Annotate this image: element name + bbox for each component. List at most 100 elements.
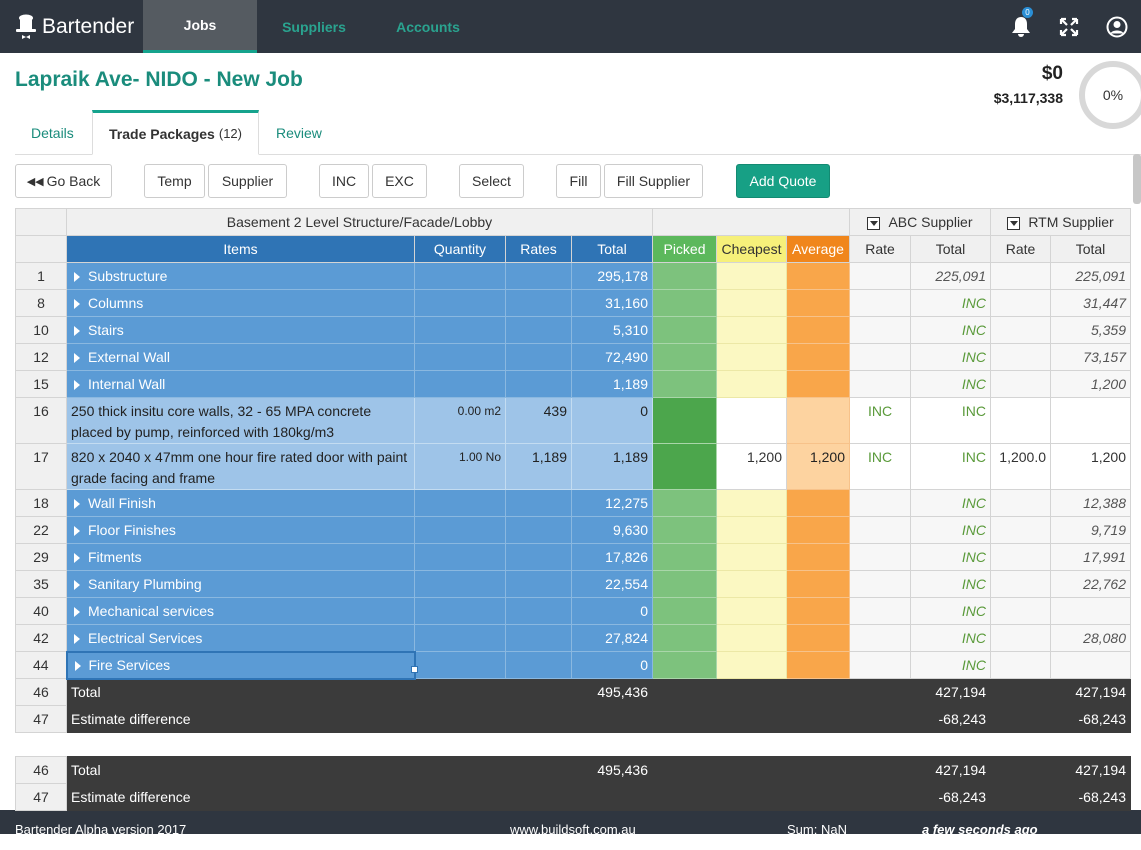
picked-cell[interactable] bbox=[652, 316, 717, 344]
rtm-total-cell[interactable]: 9,719 bbox=[1050, 516, 1131, 544]
quantity-cell[interactable] bbox=[414, 597, 506, 625]
abc-rate-cell[interactable] bbox=[849, 343, 911, 371]
rtm-rate-cell[interactable] bbox=[990, 397, 1051, 444]
column-header-average[interactable]: Average bbox=[786, 235, 850, 263]
row-number[interactable]: 15 bbox=[15, 370, 67, 398]
expand-icon[interactable] bbox=[74, 499, 80, 510]
picked-cell[interactable] bbox=[652, 651, 717, 679]
rate-cell[interactable] bbox=[505, 651, 572, 679]
column-header-abc-total[interactable]: Total bbox=[910, 235, 991, 263]
rtm-total-cell[interactable]: 28,080 bbox=[1050, 624, 1131, 652]
expand-icon[interactable] bbox=[74, 634, 80, 645]
abc-total-cell[interactable]: INC bbox=[910, 443, 991, 490]
picked-cell[interactable] bbox=[652, 262, 717, 290]
tab-trade-packages[interactable]: Trade Packages (12) bbox=[92, 110, 259, 155]
average-cell[interactable] bbox=[786, 289, 850, 317]
abc-total-cell[interactable]: INC bbox=[910, 489, 991, 517]
column-header-abc-rate[interactable]: Rate bbox=[849, 235, 911, 263]
abc-rate-cell[interactable] bbox=[849, 597, 911, 625]
user-menu-button[interactable] bbox=[1093, 0, 1141, 53]
total-cell[interactable]: 27,824 bbox=[571, 624, 653, 652]
summary-empty[interactable] bbox=[786, 783, 850, 811]
average-cell[interactable] bbox=[786, 543, 850, 571]
rtm-rate-cell[interactable] bbox=[990, 570, 1051, 598]
abc-total-cell[interactable]: INC bbox=[910, 516, 991, 544]
row-number[interactable]: 1 bbox=[15, 262, 67, 290]
average-cell[interactable] bbox=[786, 370, 850, 398]
abc-rate-cell[interactable]: INC bbox=[849, 397, 911, 444]
picked-cell[interactable] bbox=[652, 289, 717, 317]
summary-abc-total[interactable]: -68,243 bbox=[910, 783, 991, 811]
supplier-header-abc[interactable]: ABC Supplier bbox=[849, 208, 991, 236]
average-cell[interactable] bbox=[786, 316, 850, 344]
average-cell[interactable]: 1,200 bbox=[786, 443, 850, 490]
go-back-button[interactable]: ◀◀ Go Back bbox=[15, 164, 112, 198]
rtm-rate-cell[interactable] bbox=[990, 316, 1051, 344]
row-number[interactable]: 40 bbox=[15, 597, 67, 625]
summary-total[interactable]: 495,436 bbox=[571, 678, 653, 706]
cheapest-cell[interactable] bbox=[716, 597, 787, 625]
site-link[interactable]: www.buildsoft.com.au bbox=[510, 822, 636, 837]
cheapest-cell[interactable] bbox=[716, 489, 787, 517]
quantity-cell[interactable] bbox=[414, 289, 506, 317]
summary-label[interactable]: Estimate difference bbox=[66, 705, 415, 733]
rtm-rate-cell[interactable] bbox=[990, 262, 1051, 290]
summary-empty[interactable] bbox=[505, 783, 572, 811]
rtm-rate-cell[interactable]: 1,200.0 bbox=[990, 443, 1051, 490]
picked-cell[interactable] bbox=[652, 570, 717, 598]
expand-icon[interactable] bbox=[74, 661, 81, 672]
summary-empty[interactable] bbox=[652, 756, 717, 784]
item-cell[interactable]: Sanitary Plumbing bbox=[66, 570, 415, 598]
abc-rate-cell[interactable] bbox=[849, 262, 911, 290]
summary-total[interactable]: 495,436 bbox=[571, 756, 653, 784]
picked-cell[interactable] bbox=[652, 397, 717, 444]
summary-empty[interactable] bbox=[505, 756, 572, 784]
rate-cell[interactable] bbox=[505, 316, 572, 344]
item-cell[interactable]: Fitments bbox=[66, 543, 415, 571]
cheapest-cell[interactable] bbox=[716, 624, 787, 652]
summary-empty[interactable] bbox=[990, 783, 1051, 811]
summary-empty[interactable] bbox=[716, 756, 787, 784]
row-number[interactable]: 47 bbox=[15, 705, 67, 733]
column-header-total[interactable]: Total bbox=[571, 235, 653, 263]
summary-rtm-total[interactable]: -68,243 bbox=[1050, 705, 1131, 733]
summary-empty[interactable] bbox=[414, 705, 506, 733]
abc-total-cell[interactable]: INC bbox=[910, 397, 991, 444]
supplier-header-rtm[interactable]: RTM Supplier bbox=[990, 208, 1131, 236]
summary-label[interactable]: Total bbox=[66, 678, 415, 706]
summary-empty[interactable] bbox=[505, 678, 572, 706]
total-cell[interactable]: 0 bbox=[571, 397, 653, 444]
quantity-cell[interactable] bbox=[414, 624, 506, 652]
row-number[interactable]: 18 bbox=[15, 489, 67, 517]
summary-empty[interactable] bbox=[849, 756, 911, 784]
abc-total-cell[interactable]: INC bbox=[910, 624, 991, 652]
cheapest-cell[interactable] bbox=[716, 516, 787, 544]
average-cell[interactable] bbox=[786, 597, 850, 625]
item-description-cell[interactable]: 820 x 2040 x 47mm one hour fire rated do… bbox=[66, 443, 415, 490]
dropdown-icon[interactable] bbox=[867, 216, 881, 230]
row-number[interactable]: 46 bbox=[15, 678, 67, 706]
column-header-picked[interactable]: Picked bbox=[652, 235, 717, 263]
item-cell[interactable]: Internal Wall bbox=[66, 370, 415, 398]
summary-empty[interactable] bbox=[414, 678, 506, 706]
summary-empty[interactable] bbox=[652, 705, 717, 733]
item-cell[interactable]: Columns bbox=[66, 289, 415, 317]
expand-icon[interactable] bbox=[74, 272, 80, 283]
abc-rate-cell[interactable] bbox=[849, 543, 911, 571]
abc-rate-cell[interactable] bbox=[849, 651, 911, 679]
summary-empty[interactable] bbox=[652, 783, 717, 811]
item-cell[interactable]: Wall Finish bbox=[66, 489, 415, 517]
nav-tab-jobs[interactable]: Jobs bbox=[143, 0, 257, 53]
rate-cell[interactable] bbox=[505, 570, 572, 598]
item-cell[interactable]: Floor Finishes bbox=[66, 516, 415, 544]
rtm-total-cell[interactable]: 12,388 bbox=[1050, 489, 1131, 517]
cheapest-cell[interactable] bbox=[716, 370, 787, 398]
rtm-total-cell[interactable] bbox=[1050, 651, 1131, 679]
average-cell[interactable] bbox=[786, 570, 850, 598]
column-header-items[interactable]: Items bbox=[66, 235, 415, 263]
summary-abc-total[interactable]: 427,194 bbox=[910, 756, 991, 784]
quantity-cell[interactable] bbox=[414, 651, 506, 679]
abc-rate-cell[interactable] bbox=[849, 370, 911, 398]
rtm-total-cell[interactable]: 225,091 bbox=[1050, 262, 1131, 290]
quantity-cell[interactable]: 1.00 No bbox=[414, 443, 506, 490]
